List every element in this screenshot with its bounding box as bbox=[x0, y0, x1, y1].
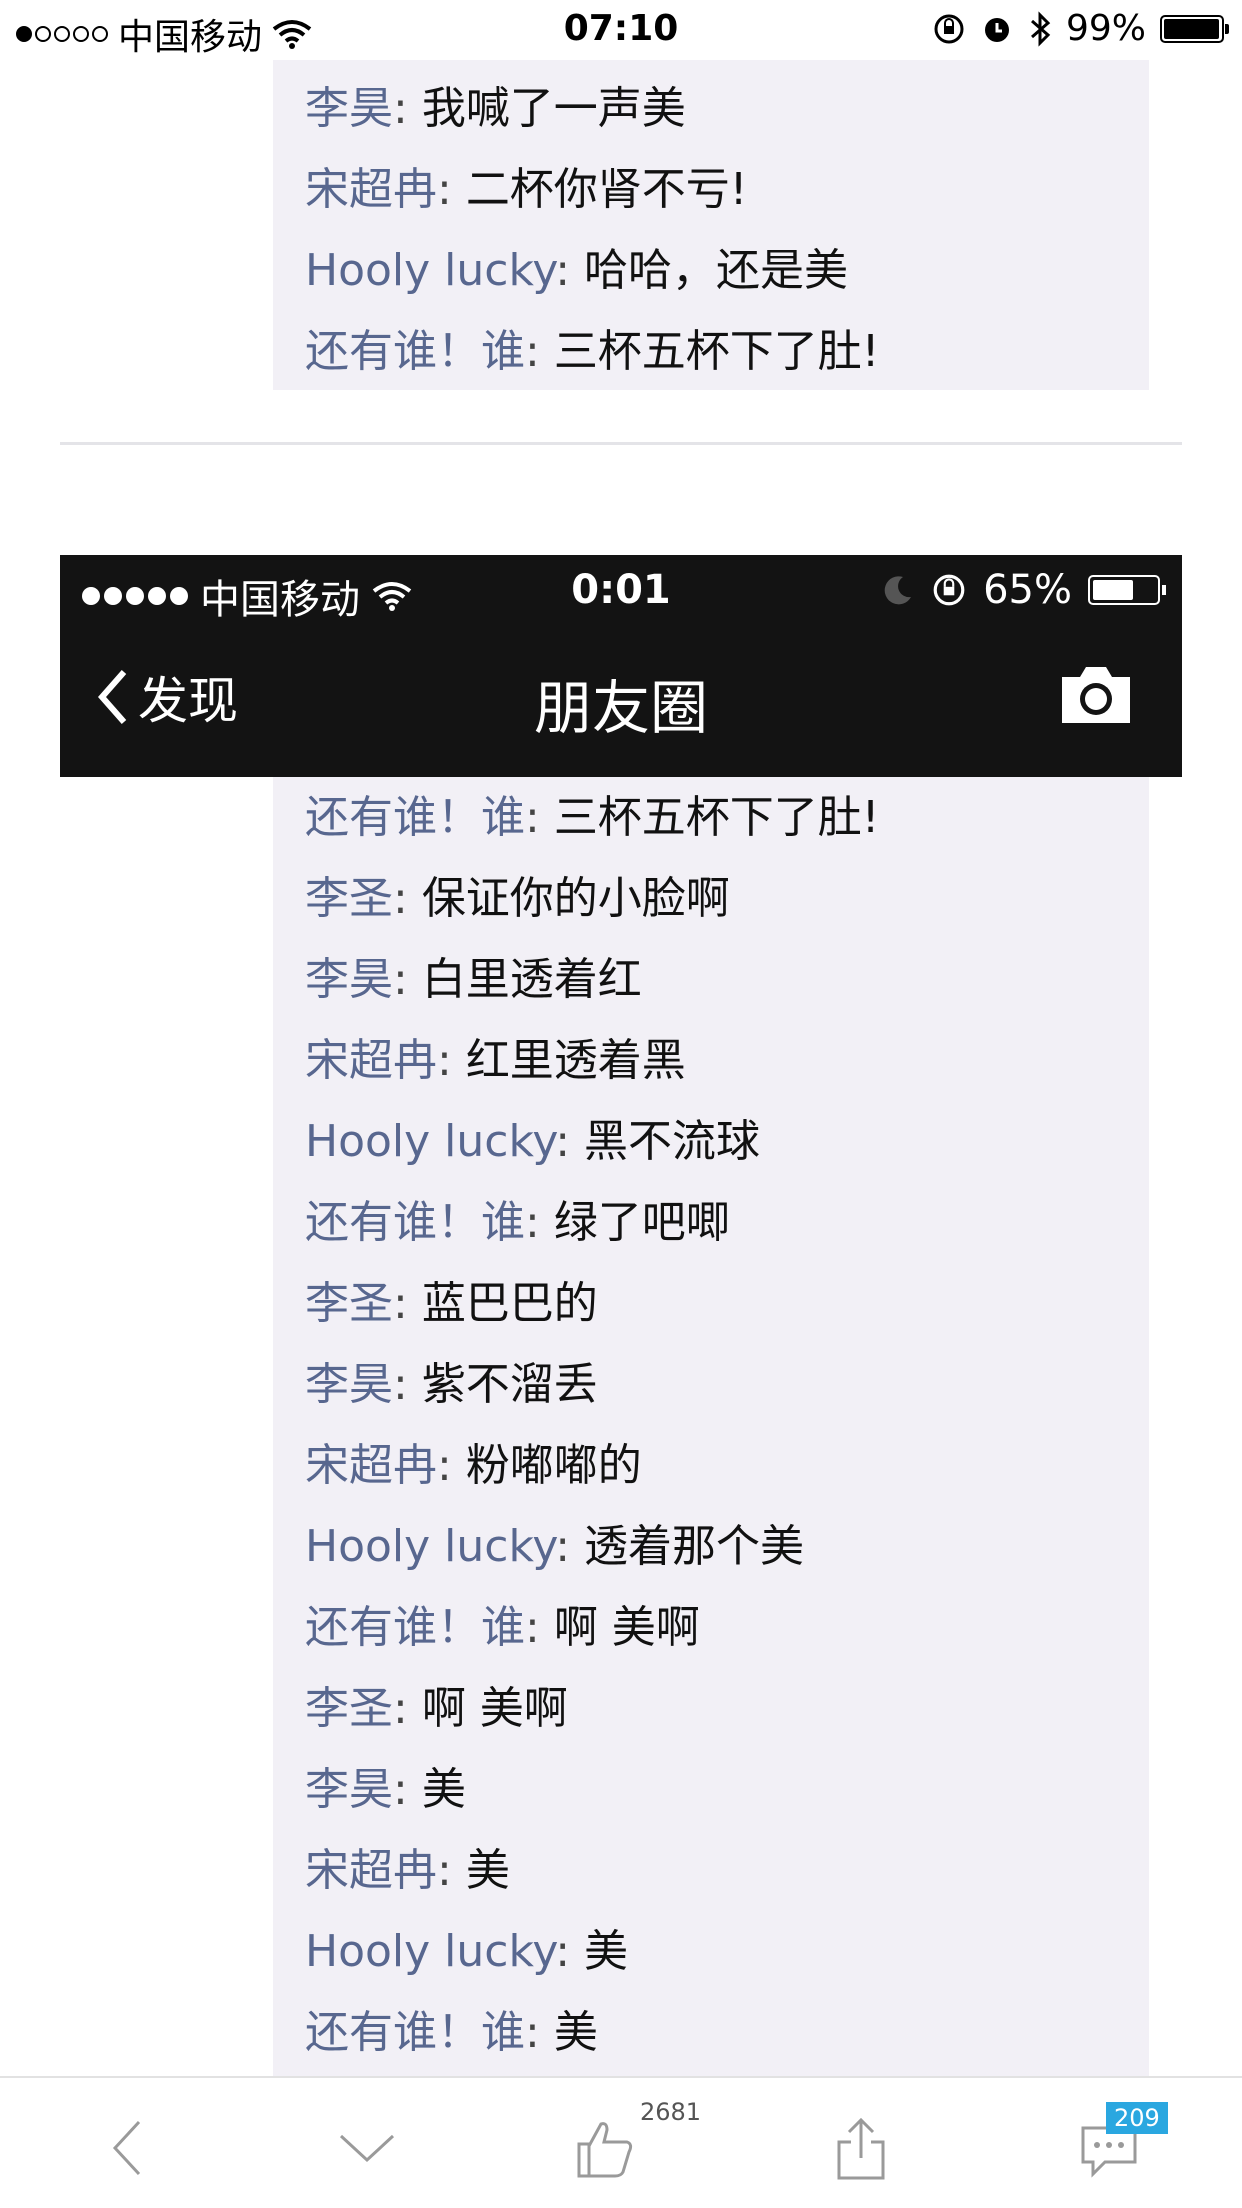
chat-message: 我喊了一声美 bbox=[421, 83, 686, 134]
chat-sender: Hooly lucky bbox=[305, 1116, 556, 1167]
chat-sender: 李圣 bbox=[305, 1683, 393, 1734]
chat-message: 美 bbox=[465, 1845, 510, 1896]
battery-icon bbox=[1088, 575, 1166, 605]
chat-message: 啊 美啊 bbox=[553, 1602, 700, 1653]
chat-line: 李昊: 我喊了一声美 bbox=[305, 83, 686, 134]
chat-sender: 还有谁！谁 bbox=[305, 2007, 525, 2058]
chat-message: 粉嘟嘟的 bbox=[465, 1440, 642, 1491]
battery-icon bbox=[1160, 14, 1229, 43]
chat-sender: Hooly lucky bbox=[305, 1926, 556, 1977]
chat-message: 绿了吧唧 bbox=[553, 1197, 730, 1248]
share-icon bbox=[837, 2117, 885, 2180]
like-button[interactable] bbox=[560, 2108, 650, 2188]
chat-line: 宋超冉: 美 bbox=[305, 1845, 510, 1896]
chevron-down-icon bbox=[339, 2134, 395, 2163]
camera-icon bbox=[1056, 663, 1136, 731]
back-button[interactable] bbox=[82, 2108, 172, 2188]
chat-snippet-main: 还有谁！谁: 三杯五杯下了肚! 李圣: 保证你的小脸啊 李昊: 白里透着红 宋超… bbox=[273, 777, 1149, 2077]
thumbs-up-icon bbox=[577, 2122, 633, 2178]
embedded-screenshot-header: 中国移动 0:01 65% 发现 朋友圈 bbox=[60, 555, 1182, 777]
chat-line: 李昊: 美 bbox=[305, 1764, 466, 1815]
divider bbox=[60, 442, 1182, 445]
chat-line: 李圣: 啊 美啊 bbox=[305, 1683, 568, 1734]
chat-message: 白里透着红 bbox=[421, 954, 642, 1005]
chat-message: 红里透着黑 bbox=[465, 1035, 686, 1086]
comment-count-badge: 209 bbox=[1106, 2102, 1168, 2134]
rotation-lock-icon bbox=[933, 574, 965, 606]
status-right: 99% bbox=[932, 8, 1229, 49]
chat-sender: 李昊 bbox=[305, 1359, 393, 1410]
bottom-toolbar: 2681 209 bbox=[0, 2076, 1242, 2208]
embedded-status-right: 65% bbox=[881, 567, 1166, 613]
chat-sender: 宋超冉 bbox=[305, 1035, 437, 1086]
chat-message: 哈哈，还是美 bbox=[584, 245, 849, 296]
status-bar: 中国移动 07:10 99% bbox=[0, 0, 1242, 60]
chat-message: 三杯五杯下了肚! bbox=[553, 792, 880, 843]
chat-sender: 还有谁！谁 bbox=[305, 792, 525, 843]
share-button[interactable] bbox=[816, 2108, 906, 2188]
chat-message: 保证你的小脸啊 bbox=[421, 873, 730, 924]
chat-sender: 李圣 bbox=[305, 873, 393, 924]
chat-line: Hooly lucky: 黑不流球 bbox=[305, 1116, 761, 1167]
chat-line: Hooly lucky: 哈哈，还是美 bbox=[305, 245, 849, 296]
chat-snippet-top: 李昊: 我喊了一声美 宋超冉: 二杯你肾不亏! Hooly lucky: 哈哈，… bbox=[273, 60, 1149, 390]
chat-sender: 还有谁！谁 bbox=[305, 1602, 525, 1653]
chat-line: Hooly lucky: 美 bbox=[305, 1926, 629, 1977]
chat-message: 二杯你肾不亏! bbox=[465, 164, 748, 215]
chat-line: 李昊: 紫不溜丢 bbox=[305, 1359, 598, 1410]
chat-line: 还有谁！谁: 啊 美啊 bbox=[305, 1602, 700, 1653]
chat-line: 还有谁！谁: 绿了吧唧 bbox=[305, 1197, 730, 1248]
rotation-lock-icon bbox=[934, 14, 964, 43]
embedded-nav-bar: 发现 朋友圈 bbox=[60, 625, 1182, 777]
chat-message: 黑不流球 bbox=[584, 1116, 761, 1167]
chat-line: 还有谁！谁: 三杯五杯下了肚! bbox=[305, 792, 880, 843]
chat-sender: Hooly lucky bbox=[305, 1521, 556, 1572]
chat-sender: 宋超冉 bbox=[305, 1845, 437, 1896]
chat-sender: 还有谁！谁 bbox=[305, 1197, 525, 1248]
like-count: 2681 bbox=[640, 2098, 702, 2126]
chat-sender: 宋超冉 bbox=[305, 1440, 437, 1491]
chat-line: 宋超冉: 粉嘟嘟的 bbox=[305, 1440, 642, 1491]
chat-line: 李圣: 保证你的小脸啊 bbox=[305, 873, 730, 924]
embedded-status-bar: 中国移动 0:01 65% bbox=[60, 555, 1182, 625]
chat-message: 透着那个美 bbox=[584, 1521, 805, 1572]
chat-message: 美 bbox=[584, 1926, 629, 1977]
chevron-left-icon bbox=[112, 2120, 141, 2176]
alarm-icon bbox=[984, 17, 1009, 42]
bluetooth-icon bbox=[1030, 10, 1051, 47]
chat-sender: 李圣 bbox=[305, 1278, 393, 1329]
chat-sender: 李昊 bbox=[305, 954, 393, 1005]
chat-message: 啊 美啊 bbox=[421, 1683, 568, 1734]
screen: 中国移动 07:10 99% 李昊: 我喊了一声美 宋超冉: 二杯你肾不亏! H… bbox=[0, 0, 1242, 2208]
embedded-page-title: 朋友圈 bbox=[533, 674, 708, 742]
embedded-battery-percent: 65% bbox=[983, 567, 1072, 613]
chat-line: 宋超冉: 二杯你肾不亏! bbox=[305, 164, 748, 215]
collapse-button[interactable] bbox=[322, 2108, 412, 2188]
chat-message: 三杯五杯下了肚! bbox=[553, 326, 880, 377]
battery-percent: 99% bbox=[1065, 8, 1146, 49]
chat-sender: 李昊 bbox=[305, 83, 393, 134]
chat-line: 还有谁！谁: 美 bbox=[305, 2007, 598, 2058]
chat-sender: 宋超冉 bbox=[305, 164, 437, 215]
chat-message: 美 bbox=[421, 1764, 466, 1815]
chat-message: 美 bbox=[553, 2007, 598, 2058]
chat-line: Hooly lucky: 透着那个美 bbox=[305, 1521, 805, 1572]
moon-icon bbox=[884, 576, 912, 605]
chat-sender: 还有谁！谁 bbox=[305, 326, 525, 377]
chat-sender: 李昊 bbox=[305, 1764, 393, 1815]
chat-line: 李昊: 白里透着红 bbox=[305, 954, 642, 1005]
chat-line: 李圣: 蓝巴巴的 bbox=[305, 1278, 598, 1329]
chat-line: 宋超冉: 红里透着黑 bbox=[305, 1035, 686, 1086]
chat-sender: Hooly lucky bbox=[305, 245, 556, 296]
chat-line: 还有谁！谁: 三杯五杯下了肚! bbox=[305, 326, 880, 377]
chat-message: 蓝巴巴的 bbox=[421, 1278, 598, 1329]
chat-message: 紫不溜丢 bbox=[421, 1359, 598, 1410]
